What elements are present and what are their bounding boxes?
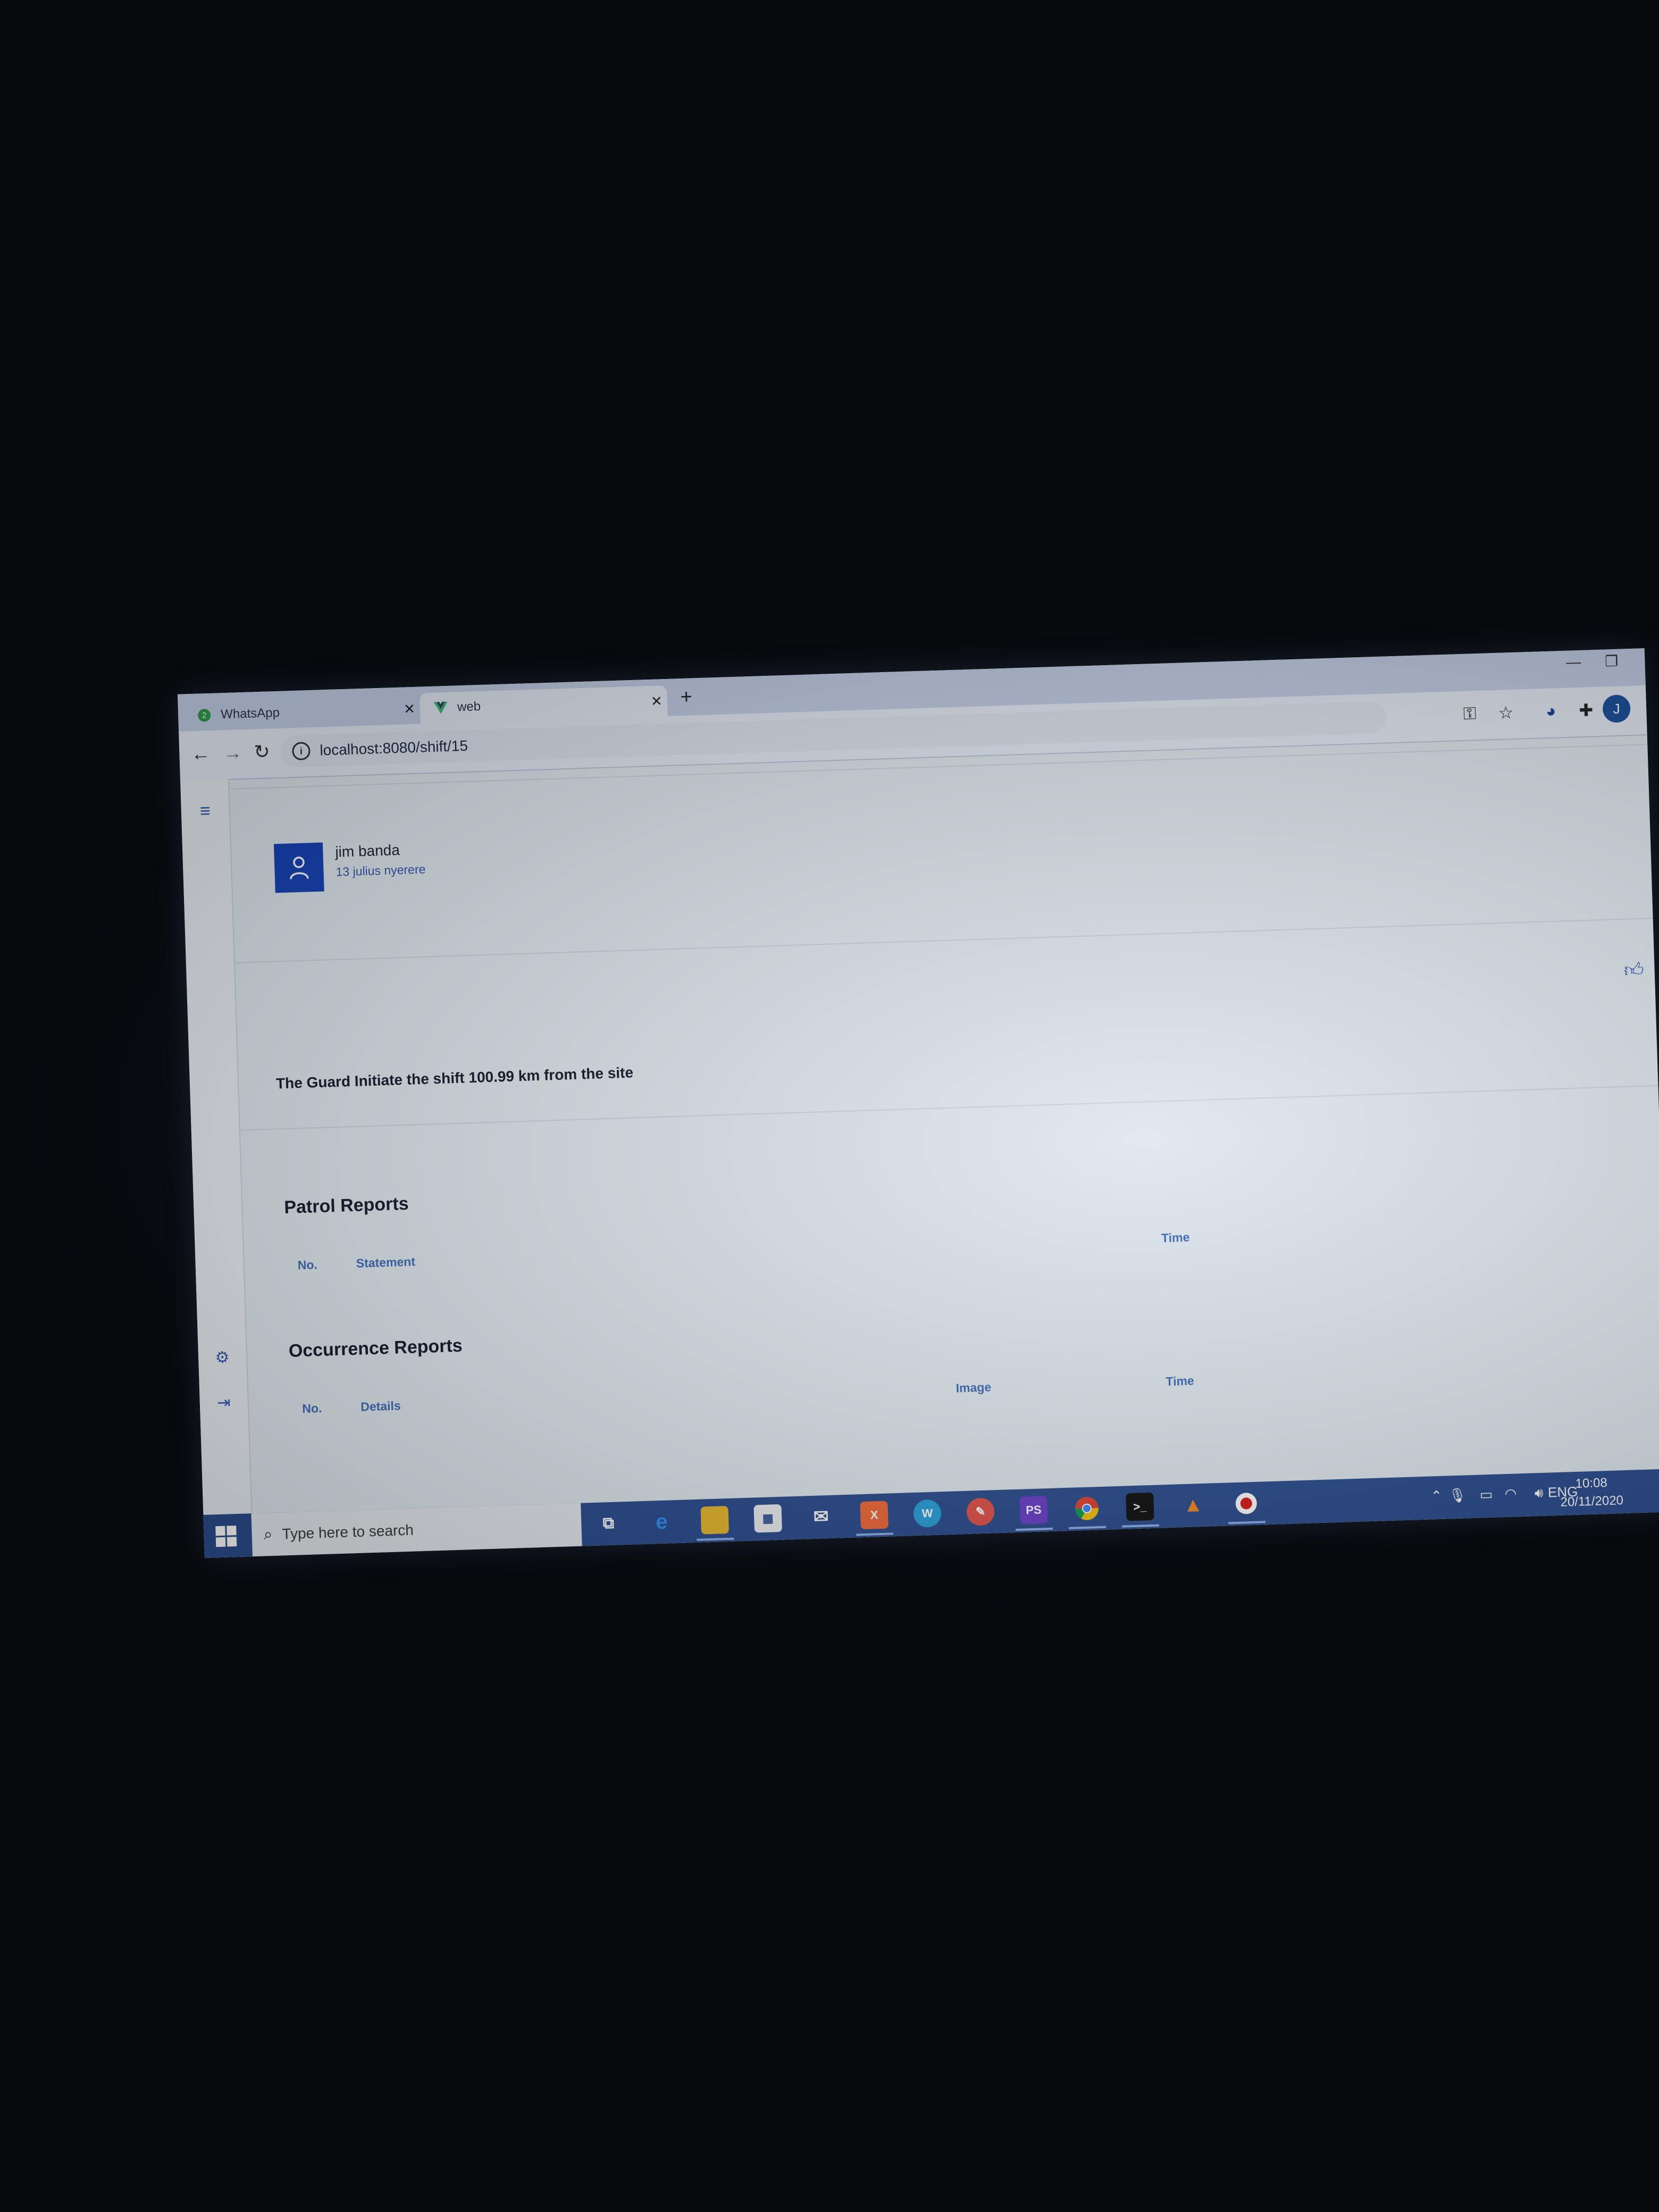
file-explorer-icon[interactable] xyxy=(700,1506,730,1535)
puzzle-icon[interactable]: ✚ xyxy=(1579,700,1594,720)
tab-title: web xyxy=(457,699,481,715)
running-indicator xyxy=(1016,1527,1053,1531)
search-placeholder: Type here to search xyxy=(281,1521,414,1542)
minimize-icon[interactable]: — xyxy=(1566,653,1581,671)
user-icon xyxy=(290,857,309,879)
info-icon[interactable]: i xyxy=(291,742,311,761)
mail-icon[interactable]: ✉ xyxy=(807,1503,835,1531)
reload-icon[interactable]: ↻ xyxy=(254,740,270,763)
occurrence-col-details: Details xyxy=(360,1398,401,1414)
wifi-icon[interactable]: ◠ xyxy=(1504,1485,1517,1502)
user-name: jim banda xyxy=(334,841,400,860)
clock[interactable]: 10:08 20/11/2020 xyxy=(1560,1473,1623,1512)
running-indicator xyxy=(1228,1521,1266,1524)
patrol-col-time: Time xyxy=(1161,1230,1190,1245)
close-tab-icon[interactable]: ✕ xyxy=(399,700,421,717)
logout-icon[interactable]: ⇥ xyxy=(199,1393,248,1413)
close-tab-icon[interactable]: ✕ xyxy=(646,692,667,709)
profile-avatar[interactable]: J xyxy=(1602,694,1631,723)
search-icon: ⌕ xyxy=(263,1525,273,1543)
task-view-icon[interactable]: ⧉ xyxy=(594,1509,623,1538)
chrome-icon[interactable] xyxy=(1073,1494,1101,1523)
user-address: 13 julius nyerere xyxy=(336,862,426,879)
menu-icon[interactable]: ≡ xyxy=(181,800,229,823)
patrol-reports-title: Patrol Reports xyxy=(283,1193,409,1218)
vlc-icon[interactable]: ▲ xyxy=(1179,1491,1208,1520)
edge-icon[interactable]: e xyxy=(647,1507,676,1536)
running-indicator xyxy=(697,1537,734,1541)
thumbs-up-icon[interactable]: 👍︎ xyxy=(1623,958,1644,982)
patrol-col-no: No. xyxy=(297,1258,318,1272)
laptop-screen: 2 WhatsApp ✕ web ✕ + — ❐ ← → ↻ i localho… xyxy=(177,648,1659,1558)
battery-icon[interactable]: ▭ xyxy=(1479,1486,1493,1503)
forward-icon[interactable]: → xyxy=(223,741,242,764)
divider xyxy=(240,1085,1658,1131)
chevron-up-icon[interactable]: ⌃ xyxy=(1430,1488,1443,1505)
extension-globe-icon[interactable]: ◕ xyxy=(1545,701,1556,721)
tab-title: WhatsApp xyxy=(220,705,280,722)
back-icon[interactable]: ← xyxy=(191,742,211,765)
notification-badge: 2 xyxy=(197,708,211,722)
main-content: jim banda 13 julius nyerere 👍︎ The Guard… xyxy=(229,734,1659,1513)
shift-statement: The Guard Initiate the shift 100.99 km f… xyxy=(275,1064,634,1092)
patrol-col-statement: Statement xyxy=(356,1254,416,1270)
microphone-icon[interactable]: 🎙︎ xyxy=(1448,1487,1467,1504)
user-avatar xyxy=(273,842,324,893)
whatsapp-icon: 2 xyxy=(197,708,212,723)
gear-icon[interactable]: ⚙ xyxy=(198,1347,247,1368)
store-icon[interactable]: ▦ xyxy=(753,1504,782,1533)
clock-time: 10:08 xyxy=(1575,1476,1608,1491)
occurrence-col-no: No. xyxy=(301,1401,322,1416)
restore-icon[interactable]: ❐ xyxy=(1605,652,1619,671)
url-text: localhost:8080/shift/15 xyxy=(319,737,468,759)
clock-date: 20/11/2020 xyxy=(1560,1493,1624,1510)
app-icon[interactable]: ✎ xyxy=(966,1497,995,1526)
occurrence-col-image: Image xyxy=(956,1380,992,1395)
xampp-icon[interactable]: X xyxy=(860,1501,889,1530)
new-tab-icon[interactable]: + xyxy=(680,685,693,709)
occurrence-reports-title: Occurrence Reports xyxy=(288,1335,463,1361)
terminal-icon[interactable]: >_ xyxy=(1126,1492,1154,1521)
recorder-icon[interactable] xyxy=(1232,1489,1261,1518)
vue-icon xyxy=(433,701,448,715)
divider xyxy=(234,917,1653,963)
running-indicator xyxy=(856,1532,894,1536)
phpstorm-icon[interactable]: PS xyxy=(1019,1496,1048,1524)
occurrence-col-time: Time xyxy=(1166,1373,1195,1389)
windows-start-icon[interactable] xyxy=(215,1526,237,1547)
running-indicator xyxy=(1121,1524,1160,1528)
volume-icon[interactable]: 🔊︎ xyxy=(1535,1485,1544,1502)
app-icon[interactable]: W xyxy=(913,1499,942,1528)
star-icon[interactable]: ☆ xyxy=(1498,702,1514,723)
key-icon[interactable]: ⚿ xyxy=(1463,703,1477,724)
running-indicator xyxy=(1068,1526,1107,1529)
